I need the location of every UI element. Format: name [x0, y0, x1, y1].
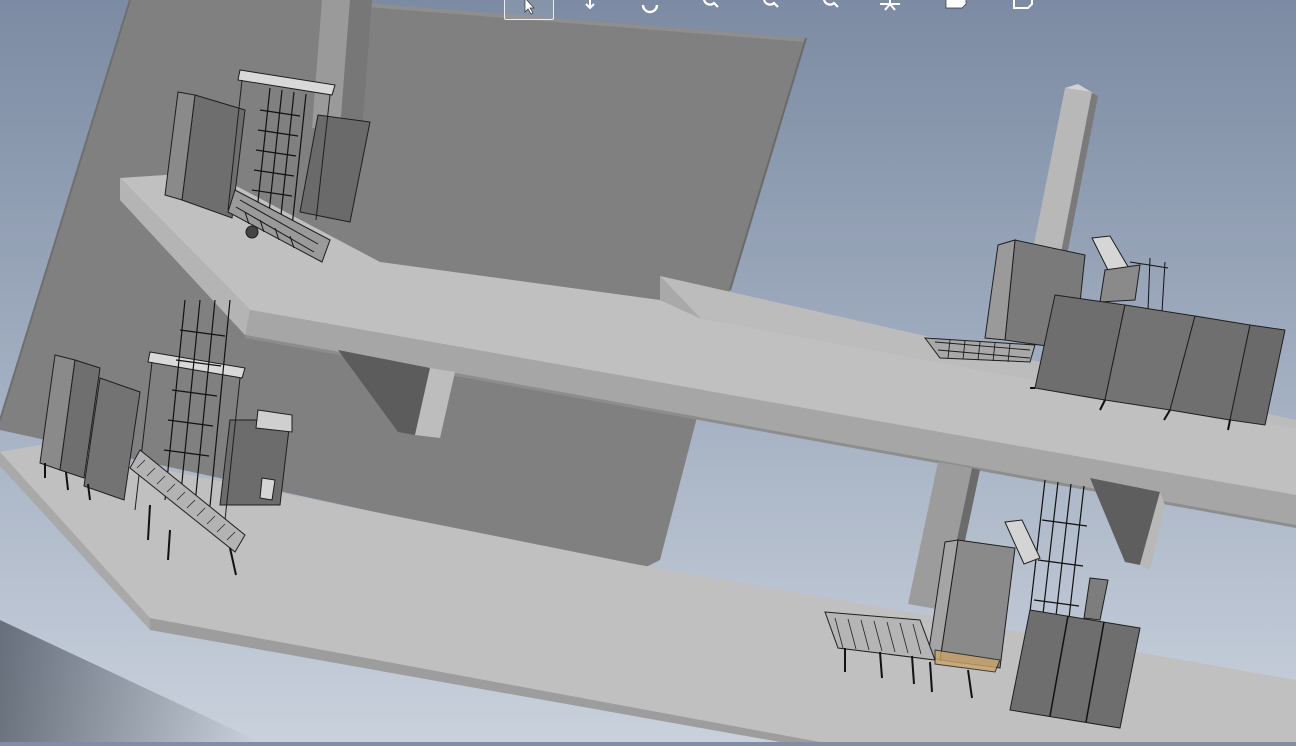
heads-up-view-toolbar: [500, 0, 1100, 22]
rotate-view-icon[interactable]: [566, 0, 614, 18]
rotate-orbit-icon[interactable]: [626, 0, 674, 18]
view-orientation-icon[interactable]: [866, 0, 914, 18]
zoom-to-fit-icon[interactable]: [686, 0, 734, 18]
hide-show-items-icon[interactable]: [998, 0, 1046, 18]
3d-model-viewport[interactable]: [0, 0, 1296, 742]
zoom-to-area-icon[interactable]: [746, 0, 794, 18]
select-arrow-icon[interactable]: [504, 0, 554, 20]
assembly-scene: [0, 0, 1296, 742]
zoom-in-out-icon[interactable]: [806, 0, 854, 18]
display-style-icon[interactable]: [932, 0, 980, 18]
